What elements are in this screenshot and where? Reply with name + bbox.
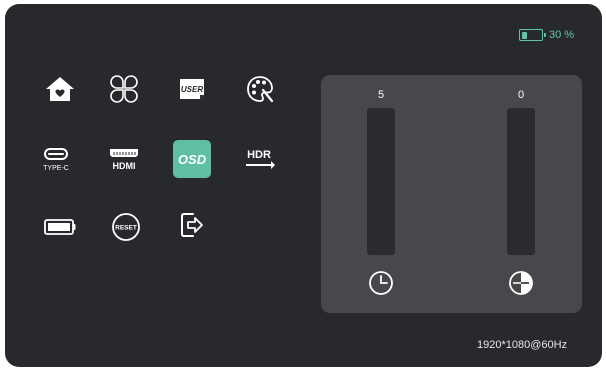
user-mode-icon: USER — [180, 79, 204, 99]
type-c-input-button[interactable]: TYPE-C — [37, 140, 75, 178]
reset-icon: RESET — [112, 213, 140, 241]
reset-label: RESET — [115, 225, 137, 232]
osd-settings-panel: 5 0 — [321, 75, 582, 313]
exit-button[interactable] — [173, 206, 211, 244]
osd-transparency-value: 0 — [517, 89, 525, 101]
osd-settings-icon: OSD — [178, 152, 207, 167]
transparency-icon — [509, 271, 533, 295]
hdr-label: HDR — [247, 149, 271, 161]
osd-timeout-track[interactable] — [367, 108, 395, 255]
battery-level-icon — [519, 29, 546, 41]
type-c-input-icon: TYPE-C — [43, 148, 69, 172]
osd-label: OSD — [178, 152, 207, 167]
hdmi-input-icon: HDMI — [110, 149, 138, 171]
color-settings-button[interactable] — [241, 70, 279, 108]
home-button[interactable] — [41, 70, 79, 108]
battery-settings-button[interactable] — [41, 208, 79, 246]
user-mode-label: USER — [181, 85, 203, 94]
quad-view-icon — [110, 75, 138, 103]
battery-percent-label: 30 % — [549, 29, 575, 41]
exit-icon — [181, 213, 203, 237]
hdr-icon: HDR — [246, 149, 275, 169]
home-icon — [46, 77, 74, 101]
osd-menu-window: 30 % USER TYPE-C HDMI OSD HDR RESET 5 0 … — [5, 4, 602, 367]
color-palette-icon — [247, 76, 274, 103]
battery-status: 30 % — [519, 28, 574, 42]
osd-transparency-track[interactable] — [507, 108, 535, 255]
type-c-label: TYPE-C — [43, 165, 69, 172]
reset-button[interactable]: RESET — [107, 208, 145, 246]
resolution-readout: 1920*1080@60Hz — [477, 339, 568, 351]
osd-timeout-value: 5 — [377, 89, 385, 101]
hdmi-input-button[interactable]: HDMI — [105, 140, 143, 178]
quad-view-button[interactable] — [105, 70, 143, 108]
battery-settings-icon — [44, 219, 76, 235]
osd-settings-button[interactable]: OSD — [173, 140, 211, 178]
battery-level-fill — [521, 31, 528, 39]
clock-icon — [369, 271, 393, 295]
hdr-button[interactable]: HDR — [241, 140, 279, 178]
hdmi-label: HDMI — [113, 161, 136, 171]
user-mode-button[interactable]: USER — [173, 70, 211, 108]
